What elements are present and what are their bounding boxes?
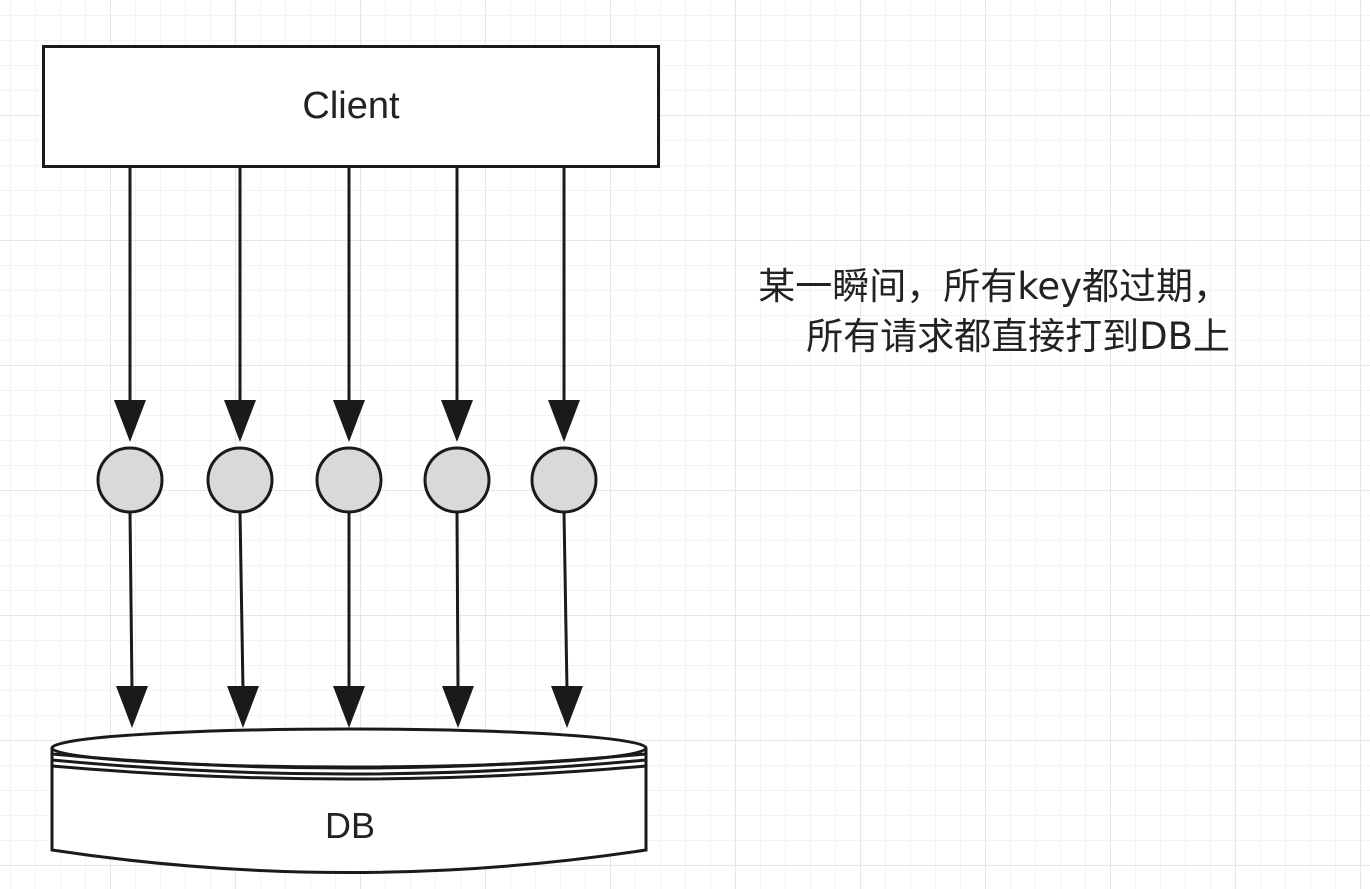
client-box: Client	[42, 45, 660, 168]
request-arrow-1-lower-head	[116, 686, 148, 728]
request-arrow-5-lower-line	[562, 511, 569, 691]
request-arrow-1-upper-head	[114, 400, 146, 442]
cache-miss-node-5	[530, 446, 598, 514]
db-cylinder	[50, 727, 648, 874]
request-arrow-1-lower-line	[128, 511, 134, 691]
diagram-canvas: Client DB 某一瞬间，所有key都过期， 所有请求都直接打到DB上	[0, 0, 1370, 889]
request-flows	[96, 166, 598, 728]
request-arrow-2-lower-line	[238, 511, 245, 691]
annotation-line-2: 所有请求都直接打到DB上	[806, 315, 1230, 358]
request-arrow-4-lower-line	[455, 511, 460, 691]
request-arrow-2-upper-head	[224, 400, 256, 442]
annotation-note: 某一瞬间，所有key都过期， 所有请求都直接打到DB上	[700, 262, 1230, 362]
request-arrow-4-upper-head	[441, 400, 473, 442]
cache-miss-node-2	[206, 446, 274, 514]
cache-miss-node-3	[315, 446, 383, 514]
request-arrow-5-lower-head	[551, 686, 583, 728]
db-label: DB	[324, 805, 375, 846]
cache-miss-node-4	[423, 446, 491, 514]
annotation-line-1: 某一瞬间，所有key都过期，	[758, 265, 1230, 308]
request-arrow-3-upper-head	[333, 400, 365, 442]
request-arrow-2-lower-head	[227, 686, 259, 728]
client-label: Client	[302, 85, 400, 127]
cache-miss-node-1	[96, 446, 164, 514]
request-arrow-5-upper-head	[548, 400, 580, 442]
request-arrow-4-lower-head	[442, 686, 474, 728]
request-arrow-3-lower-head	[333, 686, 365, 728]
